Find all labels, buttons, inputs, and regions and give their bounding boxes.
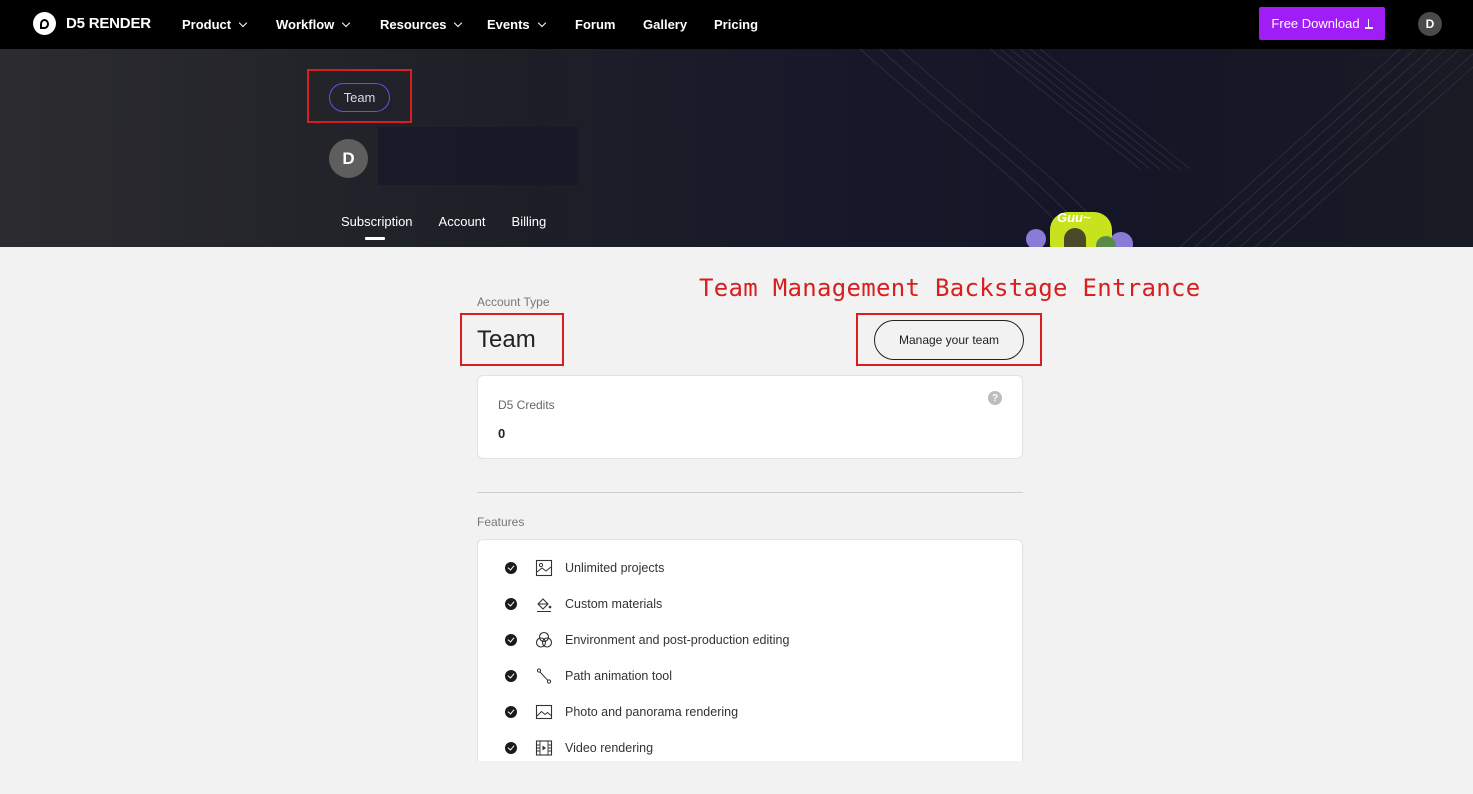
mascot-illustration: Guu~ <box>1026 210 1133 247</box>
feature-text: Path animation tool <box>565 669 673 683</box>
feature-item: Environment and post-production editing <box>505 630 789 650</box>
manage-team-button[interactable]: Manage your team <box>874 320 1024 360</box>
nav-item-resources[interactable]: Resources <box>380 17 463 32</box>
team-badge: Team <box>329 83 390 112</box>
chevron-down-icon <box>238 18 248 27</box>
mascot-text: Guu~ <box>1057 210 1091 225</box>
feature-item: Unlimited projects <box>505 558 664 578</box>
path-node-icon <box>536 668 552 684</box>
check-icon <box>505 634 517 646</box>
top-navbar: D5 RENDER Product Workflow Resources Eve… <box>0 0 1473 49</box>
tab-subscription[interactable]: Subscription <box>341 214 413 240</box>
nav-item-product[interactable]: Product <box>182 17 248 32</box>
check-icon <box>505 742 517 754</box>
user-name-block <box>378 127 578 185</box>
nav-item-label: Events <box>487 17 530 32</box>
color-circles-icon <box>535 631 553 648</box>
tab-billing[interactable]: Billing <box>512 214 547 229</box>
film-strip-icon <box>535 740 553 756</box>
brand-logo[interactable]: D5 RENDER <box>33 12 151 35</box>
download-icon <box>1364 18 1373 29</box>
feature-text: Video rendering <box>565 741 654 755</box>
feature-text: Environment and post-production editing <box>565 633 790 647</box>
nav-item-label: Product <box>182 17 232 32</box>
check-icon <box>505 598 517 610</box>
chevron-down-icon <box>454 18 463 27</box>
landscape-image-icon <box>535 704 553 720</box>
check-icon <box>505 670 517 682</box>
nav-item-forum[interactable]: Forum <box>575 17 615 32</box>
account-type-label: Account Type <box>477 295 550 309</box>
section-divider <box>477 492 1023 493</box>
feature-item: Custom materials <box>505 594 662 614</box>
feature-item: Video rendering <box>505 738 653 758</box>
free-download-button[interactable]: Free Download <box>1259 7 1385 40</box>
feature-text: Photo and panorama rendering <box>565 705 739 719</box>
check-icon <box>505 706 517 718</box>
nav-item-gallery[interactable]: Gallery <box>643 17 687 32</box>
features-card: Unlimited projects Custom materials Envi… <box>477 539 1023 761</box>
user-avatar[interactable]: D <box>1418 12 1442 36</box>
profile-hero: Team D Subscription Account Billing Guu~ <box>0 49 1473 247</box>
feature-text: Unlimited projects <box>565 561 665 575</box>
nav-item-label: Gallery <box>643 17 688 32</box>
chevron-down-icon <box>537 18 546 27</box>
credits-card: D5 Credits 0 ? <box>477 375 1023 459</box>
chevron-down-icon <box>342 18 351 27</box>
tab-account[interactable]: Account <box>439 214 486 229</box>
credits-value: 0 <box>498 426 506 441</box>
nav-item-events[interactable]: Events <box>487 17 546 32</box>
image-frame-icon <box>535 559 553 577</box>
paint-bucket-icon <box>537 598 552 613</box>
free-download-label: Free Download <box>1271 16 1360 31</box>
nav-item-label: Workflow <box>276 17 335 32</box>
decorative-lines <box>859 49 1473 247</box>
brand-name: D5 RENDER <box>66 15 151 32</box>
account-type-value: Team <box>477 326 536 353</box>
credits-label: D5 Credits <box>498 398 555 412</box>
annotation-label: Team Management Backstage Entrance <box>699 274 1201 302</box>
profile-avatar: D <box>329 139 368 178</box>
feature-item: Path animation tool <box>505 666 672 686</box>
check-icon <box>505 562 517 574</box>
d5-logo-icon <box>33 12 56 35</box>
nav-item-pricing[interactable]: Pricing <box>714 17 758 32</box>
nav-item-label: Resources <box>380 17 447 32</box>
feature-item: Photo and panorama rendering <box>505 702 738 722</box>
help-icon[interactable]: ? <box>988 391 1002 405</box>
nav-item-label: Pricing <box>714 17 759 32</box>
nav-item-label: Forum <box>575 17 616 32</box>
features-label: Features <box>477 515 525 529</box>
profile-tabs: Subscription Account Billing <box>341 214 547 240</box>
nav-item-workflow[interactable]: Workflow <box>276 17 351 32</box>
feature-text: Custom materials <box>565 597 663 611</box>
